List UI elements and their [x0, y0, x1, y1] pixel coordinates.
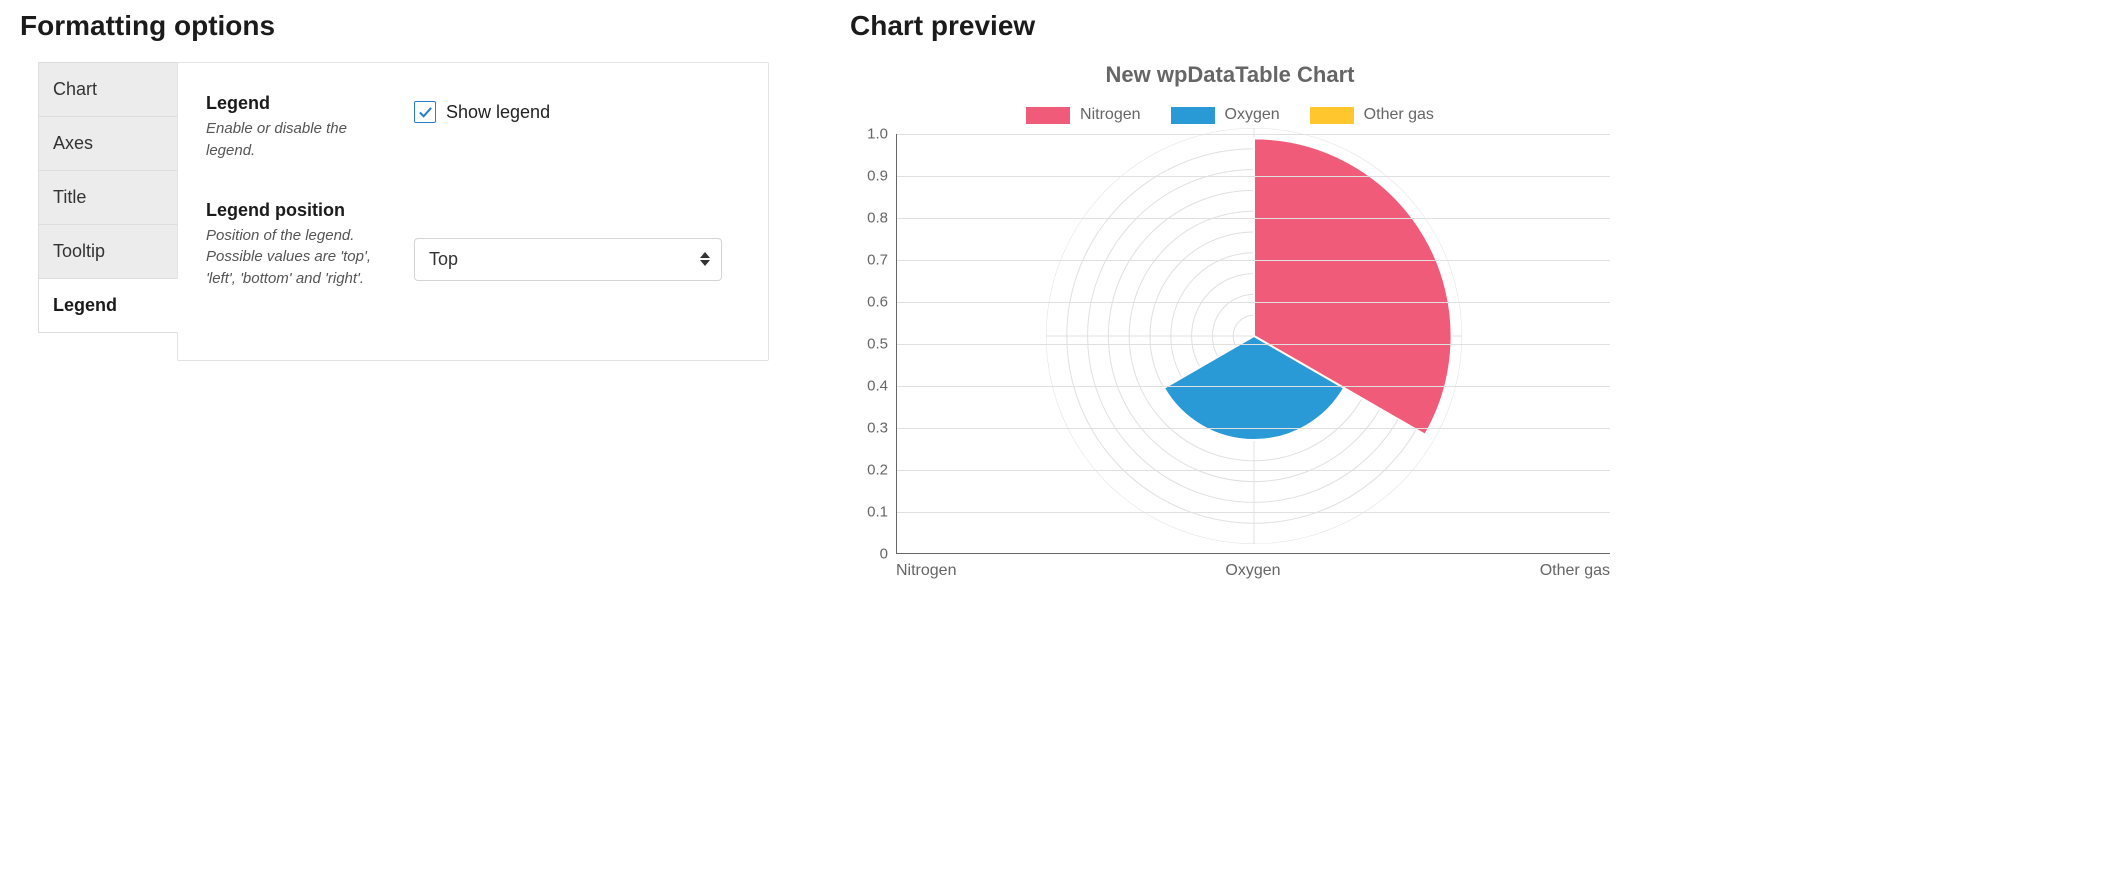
- formatting-heading: Formatting options: [20, 10, 770, 42]
- legend-enable-help: Enable or disable the legend.: [206, 118, 386, 162]
- swatch-icon: [1171, 107, 1215, 124]
- legend-label: Other gas: [1364, 106, 1434, 124]
- polar-chart: [1046, 128, 1462, 544]
- chart-body: 1.00.90.80.70.60.50.40.30.20.10: [850, 134, 1610, 554]
- gridline: [897, 302, 1610, 303]
- y-tick: 0.8: [867, 211, 888, 226]
- swatch-icon: [1310, 107, 1354, 124]
- gridline: [897, 260, 1610, 261]
- y-tick: 0.1: [867, 505, 888, 520]
- y-tick: 0.7: [867, 253, 888, 268]
- tab-title[interactable]: Title: [38, 170, 178, 225]
- legend-item-oxygen[interactable]: Oxygen: [1171, 106, 1280, 124]
- x-axis-labels: Nitrogen Oxygen Other gas: [896, 554, 1610, 580]
- chart-legend: Nitrogen Oxygen Other gas: [850, 106, 1610, 124]
- gridline: [897, 218, 1610, 219]
- y-tick: 0.2: [867, 463, 888, 478]
- y-tick: 0.9: [867, 169, 888, 184]
- legend-position-row: Legend position Position of the legend. …: [206, 200, 740, 290]
- plot-area: [896, 134, 1610, 554]
- y-tick: 0.5: [867, 337, 888, 352]
- y-tick: 0.4: [867, 379, 888, 394]
- legend-label: Oxygen: [1225, 106, 1280, 124]
- swatch-icon: [1026, 107, 1070, 124]
- tab-axes[interactable]: Axes: [38, 116, 178, 171]
- show-legend-checkbox[interactable]: Show legend: [414, 101, 740, 123]
- gridline: [897, 428, 1610, 429]
- y-tick: 0.3: [867, 421, 888, 436]
- select-caret-icon: [700, 252, 710, 266]
- y-tick: 0.6: [867, 295, 888, 310]
- x-label-other-gas: Other gas: [1540, 562, 1610, 580]
- options-tabs: Chart Axes Title Tooltip Legend: [38, 62, 178, 361]
- legend-item-nitrogen[interactable]: Nitrogen: [1026, 106, 1140, 124]
- gridline: [897, 176, 1610, 177]
- legend-enable-label: Legend: [206, 93, 386, 114]
- gridline: [897, 470, 1610, 471]
- tab-chart[interactable]: Chart: [38, 62, 178, 117]
- legend-position-value: Top: [414, 238, 722, 281]
- gridline: [897, 344, 1610, 345]
- chart-title: New wpDataTable Chart: [850, 62, 1610, 88]
- checkbox-icon: [414, 101, 436, 123]
- y-axis: 1.00.90.80.70.60.50.40.30.20.10: [850, 134, 896, 554]
- x-label-nitrogen: Nitrogen: [896, 562, 956, 580]
- legend-enable-row: Legend Enable or disable the legend. Sho…: [206, 93, 740, 162]
- x-label-oxygen: Oxygen: [1225, 562, 1280, 580]
- preview-heading: Chart preview: [850, 10, 1610, 42]
- y-tick: 1.0: [867, 127, 888, 142]
- tab-tooltip[interactable]: Tooltip: [38, 224, 178, 279]
- options-container: Chart Axes Title Tooltip Legend Legend E…: [38, 62, 770, 361]
- gridline: [897, 386, 1610, 387]
- legend-position-label: Legend position: [206, 200, 386, 221]
- gridline: [897, 512, 1610, 513]
- legend-panel: Legend Enable or disable the legend. Sho…: [177, 62, 769, 361]
- legend-label: Nitrogen: [1080, 106, 1140, 124]
- gridline: [897, 134, 1610, 135]
- tab-legend[interactable]: Legend: [38, 278, 178, 333]
- y-tick: 0: [880, 547, 888, 562]
- legend-item-other-gas[interactable]: Other gas: [1310, 106, 1434, 124]
- legend-position-select[interactable]: Top: [414, 238, 722, 281]
- legend-position-help: Position of the legend. Possible values …: [206, 225, 386, 290]
- chart-preview: New wpDataTable Chart Nitrogen Oxygen Ot…: [850, 62, 1610, 580]
- show-legend-label: Show legend: [446, 102, 550, 123]
